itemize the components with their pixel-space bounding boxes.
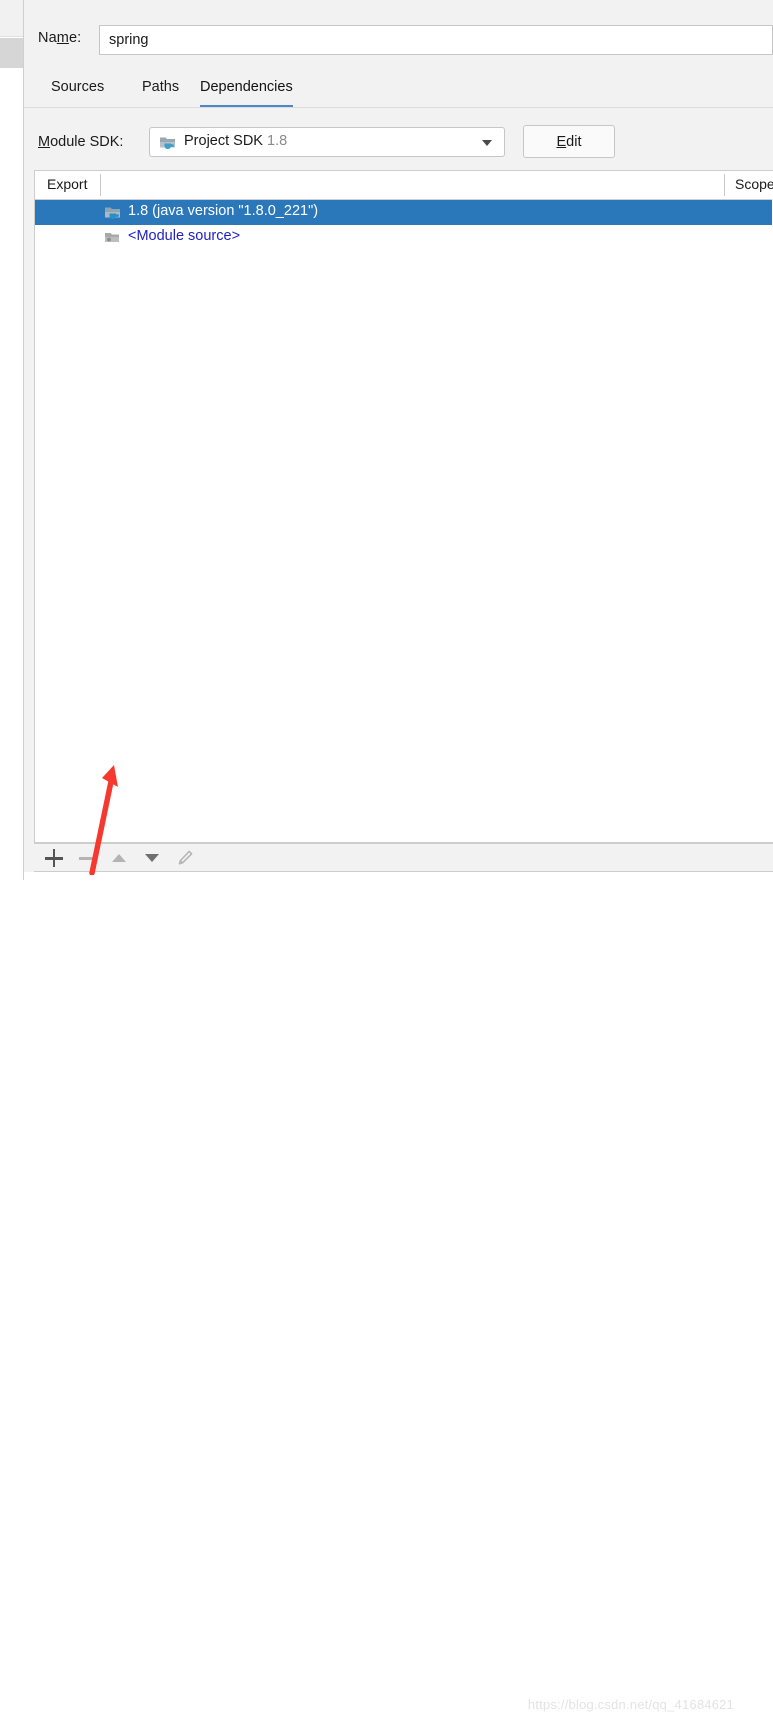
table-row-label: <Module source> <box>128 228 241 244</box>
module-source-folder-icon <box>104 229 122 246</box>
tab-paths[interactable]: Paths <box>142 74 179 108</box>
add-dependency-button[interactable] <box>39 844 69 871</box>
name-input[interactable] <box>99 25 773 55</box>
table-header-row: Export Scope <box>35 171 773 200</box>
sdk-folder-java-icon <box>159 134 177 151</box>
triangle-up-icon <box>112 854 126 862</box>
module-sdk-row: Module SDK: Project SDK 1.8 Edit <box>24 108 773 163</box>
tab-sources-label: Sources <box>51 79 105 95</box>
edit-sdk-button[interactable]: Edit <box>523 125 615 158</box>
column-divider-export[interactable] <box>100 174 101 196</box>
module-sdk-value-text: Project SDK <box>184 133 263 149</box>
tab-paths-label: Paths <box>142 79 180 95</box>
name-row: Name: <box>24 0 773 62</box>
name-label: Name: <box>38 30 82 46</box>
pencil-icon <box>176 849 194 867</box>
table-row-label: 1.8 (java version "1.8.0_221") <box>128 203 319 219</box>
tab-bar: Sources Paths Dependencies <box>24 74 773 108</box>
column-header-export[interactable]: Export <box>47 176 87 192</box>
left-panel-selected-item[interactable] <box>0 38 23 68</box>
module-sdk-combobox[interactable]: Project SDK 1.8 <box>149 127 505 157</box>
dependencies-table: Export Scope 1.8 (java version "1.8.0_22… <box>34 170 773 843</box>
move-down-button[interactable] <box>137 844 167 871</box>
dependencies-toolbar: https://blog.csdn.net/qq_41684621 <box>34 843 773 1712</box>
column-divider-scope[interactable] <box>724 174 725 196</box>
dialog-bottom-fill <box>24 872 773 880</box>
left-panel-divider <box>0 36 23 37</box>
chevron-down-icon[interactable] <box>482 140 492 146</box>
module-sdk-label: Module SDK: <box>38 134 124 150</box>
table-row[interactable]: <Module source> <box>35 225 772 250</box>
edit-dependency-button[interactable] <box>170 844 200 871</box>
module-sdk-value-version: 1.8 <box>267 133 288 149</box>
table-row[interactable]: 1.8 (java version "1.8.0_221") <box>35 200 772 225</box>
sdk-folder-java-icon <box>104 204 122 221</box>
dialog-content: Name: Sources Paths Dependencies Module … <box>24 0 773 1712</box>
module-settings-dialog: Name: Sources Paths Dependencies Module … <box>0 0 773 1712</box>
triangle-down-icon <box>145 854 159 862</box>
watermark-text: https://blog.csdn.net/qq_41684621 <box>527 1697 734 1712</box>
column-header-scope[interactable]: Scope <box>735 176 773 192</box>
tab-dependencies-label: Dependencies <box>200 79 293 95</box>
move-up-button[interactable] <box>104 844 134 871</box>
left-panel-strip-top <box>0 0 23 36</box>
tab-dependencies[interactable]: Dependencies <box>200 74 293 108</box>
table-body: 1.8 (java version "1.8.0_221") <Module s… <box>35 200 772 842</box>
module-sdk-value: Project SDK 1.8 <box>184 133 287 149</box>
left-panel-strip <box>0 0 23 880</box>
remove-dependency-button[interactable] <box>72 844 102 871</box>
tab-sources[interactable]: Sources <box>51 74 104 108</box>
